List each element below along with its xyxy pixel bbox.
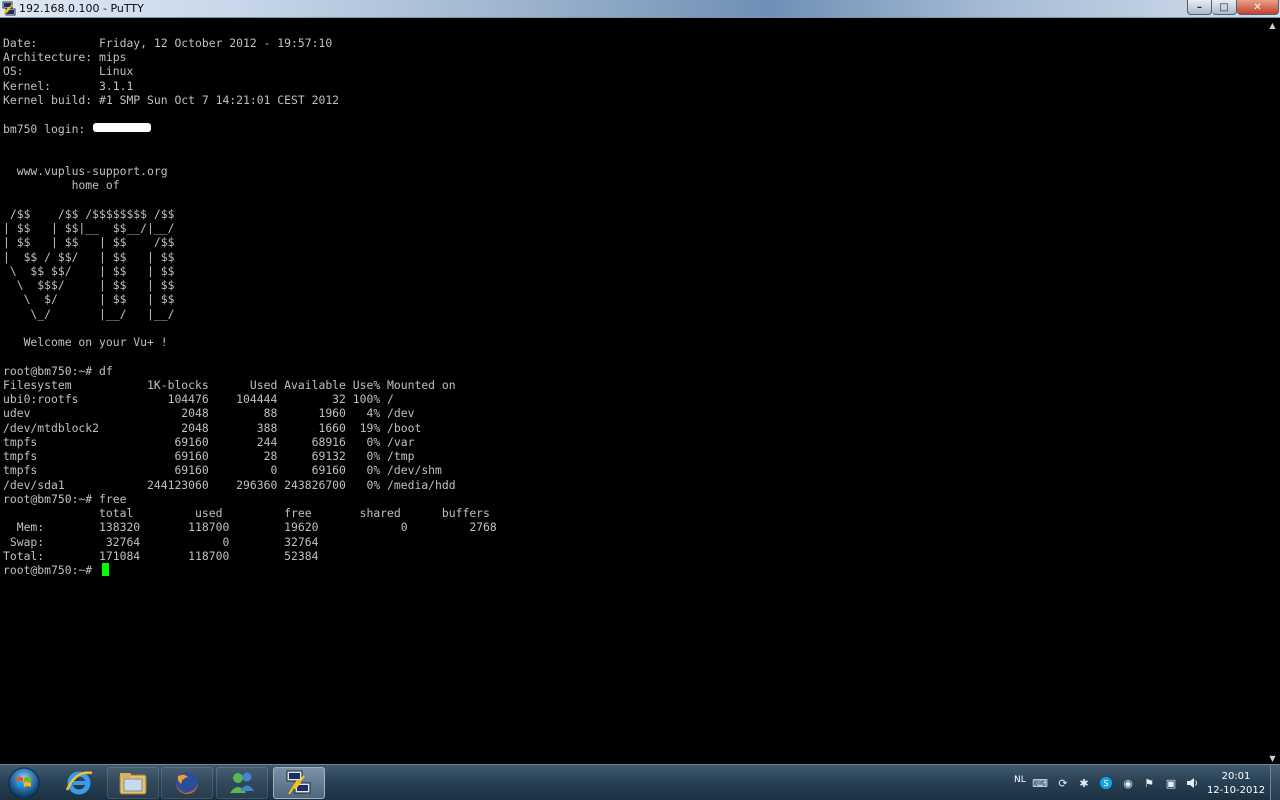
- window-title: 192.168.0.100 - PuTTY: [19, 2, 144, 15]
- terminal-line: | $$ | $$ | $$ /$$: [3, 235, 175, 249]
- taskbar-windows-explorer[interactable]: [107, 767, 159, 799]
- terminal-line: total used free shared buffers: [3, 506, 490, 520]
- windows-explorer-icon: [119, 773, 147, 795]
- taskbar-firefox[interactable]: [161, 767, 213, 799]
- taskbar-messenger[interactable]: [216, 767, 268, 799]
- terminal-scrollbar[interactable]: ▲ ▼: [1265, 19, 1280, 764]
- putty-app-icon[interactable]: [2, 1, 16, 16]
- terminal-line: | $$ / $$/ | $$ | $$: [3, 250, 175, 264]
- scroll-up-arrow-icon[interactable]: ▲: [1265, 19, 1280, 31]
- language-indicator[interactable]: NL: [1014, 775, 1026, 785]
- internet-explorer-icon: [65, 771, 93, 795]
- terminal-line: Architecture: mips: [3, 50, 127, 64]
- terminal-line: Swap: 32764 0 32764: [3, 535, 319, 549]
- redacted-username: [93, 123, 151, 132]
- minimize-button[interactable]: –: [1187, 0, 1212, 15]
- skype-icon[interactable]: S: [1099, 776, 1113, 790]
- terminal-line: udev 2048 88 1960 4% /dev: [3, 406, 415, 420]
- terminal-screen[interactable]: Date: Friday, 12 October 2012 - 19:57:10…: [0, 19, 1265, 764]
- start-button[interactable]: [4, 766, 44, 800]
- terminal-line: \_/ |__/ |__/: [3, 307, 175, 321]
- sync-icon[interactable]: ⟳: [1056, 776, 1070, 790]
- messenger-icon: [230, 772, 254, 793]
- terminal-line: Welcome on your Vu+ !: [3, 335, 168, 349]
- taskbar-putty[interactable]: [273, 767, 325, 799]
- keyboard-icon[interactable]: ⌨: [1032, 776, 1048, 790]
- svg-text:S: S: [1103, 779, 1108, 788]
- terminal-line: /dev/mtdblock2 2048 388 1660 19% /boot: [3, 421, 422, 435]
- network-tool-icon[interactable]: ✱: [1077, 776, 1091, 790]
- terminal-line: /dev/sda1 244123060 296360 243826700 0% …: [3, 478, 456, 492]
- terminal-line: \ $$$/ | $$ | $$: [3, 278, 175, 292]
- terminal-line: Total: 171084 118700 52384: [3, 549, 319, 563]
- firefox-icon: [176, 772, 198, 794]
- taskbar-internet-explorer[interactable]: [53, 767, 105, 799]
- window-title-bar[interactable]: 192.168.0.100 - PuTTY – □ ✕: [0, 0, 1280, 18]
- terminal-line: OS: Linux: [3, 64, 134, 78]
- terminal-line: | $$ | $$|__ $$__/|__/: [3, 221, 175, 235]
- terminal-line: Kernel: 3.1.1: [3, 79, 134, 93]
- terminal-line: tmpfs 69160 0 69160 0% /dev/shm: [3, 463, 442, 477]
- close-button[interactable]: ✕: [1237, 0, 1279, 15]
- terminal-line: Date: Friday, 12 October 2012 - 19:57:10: [3, 36, 333, 50]
- scroll-down-arrow-icon[interactable]: ▼: [1265, 752, 1280, 764]
- terminal-line: Mem: 138320 118700 19620 0 2768: [3, 520, 497, 534]
- clock-date: 12-10-2012: [1206, 785, 1266, 796]
- terminal-line: Kernel build: #1 SMP Sun Oct 7 14:21:01 …: [3, 93, 340, 107]
- taskbar: NL ⌨ ⟳ ✱ S ◉ ⚑ ▣ 20:01 12-10-2012: [0, 764, 1280, 800]
- maximize-button[interactable]: □: [1212, 0, 1237, 15]
- terminal-line: tmpfs 69160 244 68916 0% /var: [3, 435, 415, 449]
- terminal-cursor: [102, 563, 109, 576]
- terminal-line: /$$ /$$ /$$$$$$$$ /$$: [3, 207, 175, 221]
- terminal-line: \ $/ | $$ | $$: [3, 292, 175, 306]
- putty-icon: [286, 770, 311, 795]
- terminal-line: root@bm750:~# df: [3, 364, 113, 378]
- clock-time: 20:01: [1221, 771, 1251, 782]
- terminal-line: bm750 login:: [3, 122, 93, 136]
- network-icon[interactable]: ▣: [1164, 776, 1178, 790]
- terminal-line: \ $$ $$/ | $$ | $$: [3, 264, 175, 278]
- system-clock[interactable]: 20:01 12-10-2012: [1206, 770, 1266, 798]
- flag-icon[interactable]: ⚑: [1142, 776, 1156, 790]
- terminal-line: Filesystem 1K-blocks Used Available Use%…: [3, 378, 456, 392]
- volume-icon[interactable]: [1185, 776, 1199, 790]
- terminal-line: ubi0:rootfs 104476 104444 32 100% /: [3, 392, 394, 406]
- terminal-line: www.vuplus-support.org: [3, 164, 168, 178]
- terminal-prompt-line: root@bm750:~#: [3, 563, 100, 577]
- terminal-line: root@bm750:~# free: [3, 492, 127, 506]
- terminal-line: tmpfs 69160 28 69132 0% /tmp: [3, 449, 415, 463]
- terminal-line: home of: [3, 178, 120, 192]
- show-desktop-button[interactable]: [1270, 765, 1280, 800]
- windows-logo-icon: [8, 767, 40, 799]
- webcam-icon[interactable]: ◉: [1121, 776, 1135, 790]
